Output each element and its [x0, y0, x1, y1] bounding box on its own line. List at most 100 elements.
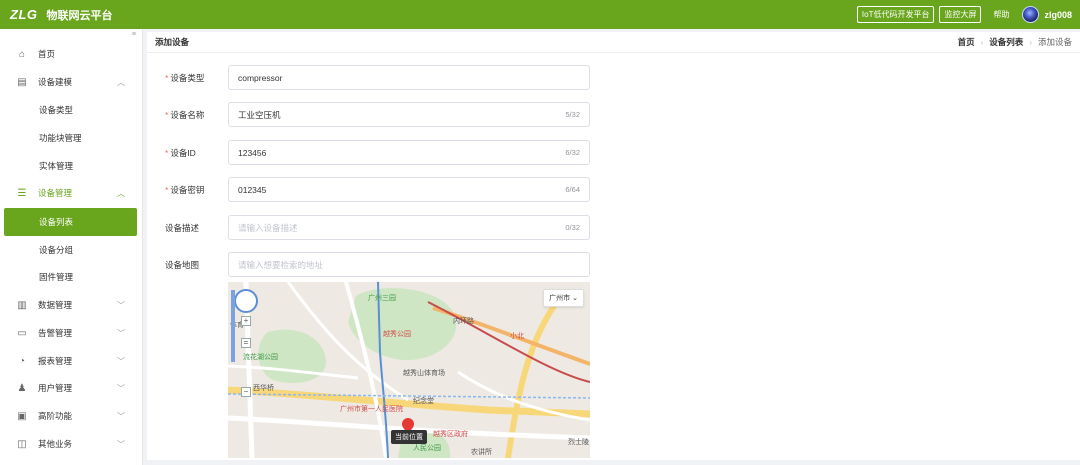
device-description-input[interactable]: 请输入设备描述 0/32 — [228, 215, 590, 240]
address-search-input[interactable]: 请输入想要检索的地址 — [228, 252, 590, 277]
sidebar-item-device-management[interactable]: ☰ 设备管理 ︿ — [0, 182, 143, 204]
sidebar-item-data-management[interactable]: ▥ 数据管理 ﹀ — [0, 294, 143, 316]
form-row-device-type: * 设备类型 compressor — [147, 65, 607, 90]
server-icon: ☰ — [17, 187, 27, 199]
app-title: 物联网云平台 — [46, 9, 113, 22]
avatar[interactable] — [1022, 6, 1040, 23]
map-label-xihua-bridge: 西华桥 — [253, 385, 274, 392]
sidebar-item-label: 报表管理 — [38, 356, 73, 366]
home-icon: ⌂ — [18, 48, 26, 60]
sidebar-item-function-block[interactable]: 功能块管理 — [0, 127, 143, 149]
chevron-down-icon: ⌄ — [572, 295, 578, 302]
device-name-label: * 设备名称 — [165, 110, 205, 120]
breadcrumb: 首页 › 设备列表 › 添加设备 — [958, 36, 1072, 48]
device-secret-value: 012345 — [238, 184, 267, 195]
device-name-input[interactable]: 工业空压机 5/32 — [228, 102, 590, 127]
sidebar-item-device-list[interactable]: 设备列表 — [4, 208, 137, 236]
help-link[interactable]: 帮助 — [993, 9, 1009, 20]
chevron-up-icon: ︿ — [117, 188, 125, 198]
sidebar-item-label: 设备管理 — [38, 188, 73, 198]
device-secret-input[interactable]: 012345 6/64 — [228, 177, 590, 202]
sidebar-item-other-business[interactable]: ◫ 其他业务 ﹀ — [0, 433, 143, 455]
sidebar-item-label: 高阶功能 — [38, 411, 73, 421]
sidebar-item-user-management[interactable]: ♟ 用户管理 ﹀ — [0, 377, 143, 399]
sidebar-item-home[interactable]: ⌂ 首页 — [0, 43, 143, 65]
bar-chart-icon: ▥ — [17, 299, 27, 311]
form-row-device-secret: * 设备密钥 012345 6/64 — [147, 177, 607, 202]
zoom-in-button[interactable]: + — [241, 316, 251, 326]
monitor-screen-button[interactable]: 监控大屏 — [939, 6, 982, 23]
sidebar-item-label: 设备分组 — [39, 245, 74, 255]
zoom-track — [231, 290, 235, 362]
sidebar-item-label: 告警管理 — [38, 328, 73, 338]
sidebar-item-label: 设备类型 — [39, 105, 74, 115]
form-row-device-map: 设备地图 请输入想要检索的地址 — [147, 252, 607, 277]
sidebar-item-advanced[interactable]: ▣ 高阶功能 ﹀ — [0, 405, 143, 427]
pie-chart-icon: ◔ — [18, 355, 26, 367]
logo-mark: ZLG — [10, 7, 38, 22]
sidebar-item-device-group[interactable]: 设备分组 — [0, 239, 143, 261]
sidebar-item-firmware[interactable]: 固件管理 — [0, 266, 143, 288]
address-search-placeholder: 请输入想要检索的地址 — [238, 259, 324, 270]
map-label-hospital: 广州市第一人民医院 — [340, 406, 403, 413]
char-count: 6/32 — [565, 148, 580, 157]
city-selector[interactable]: 广州市 ⌄ — [543, 289, 584, 307]
chevron-down-icon: ﹀ — [117, 356, 125, 366]
breadcrumb-current: 添加设备 — [1037, 37, 1072, 47]
map-label-lieshi: 烈士陵 — [568, 439, 589, 446]
breadcrumb-device-list[interactable]: 设备列表 — [989, 36, 1023, 48]
collapse-icon[interactable]: ≡ — [132, 31, 136, 38]
device-type-input[interactable]: compressor — [228, 65, 590, 90]
breadcrumb-home[interactable]: 首页 — [958, 36, 975, 48]
form-row-device-id: * 设备ID 123456 6/32 — [147, 140, 607, 165]
breadcrumb-separator-icon: › — [980, 37, 984, 47]
zoom-slider[interactable] — [228, 282, 238, 367]
sidebar-item-entity[interactable]: 实体管理 — [0, 155, 143, 177]
sidebar-item-device-type[interactable]: 设备类型 — [0, 99, 143, 121]
sidebar-item-label: 实体管理 — [39, 161, 74, 171]
device-type-label: * 设备类型 — [165, 73, 205, 83]
breadcrumb-separator-icon: › — [1029, 37, 1032, 47]
device-id-input[interactable]: 123456 6/32 — [228, 140, 590, 165]
city-selector-label: 广州市 — [549, 295, 571, 302]
metro-line — [427, 301, 590, 383]
device-map[interactable]: 广州三园 内环路 越秀公园 小北 流花湖公园 越秀山体育场 西华桥 纪念堂 广州… — [228, 282, 590, 458]
grid-icon: ◫ — [17, 438, 27, 450]
sidebar-item-label: 数据管理 — [38, 300, 73, 310]
sidebar-item-device-modeling[interactable]: ▤ 设备建模 ︿ — [0, 71, 143, 93]
chevron-down-icon: ﹀ — [117, 328, 125, 338]
sidebar-item-alarm-management[interactable]: ▭ 告警管理 ﹀ — [0, 322, 143, 344]
sidebar: ≡ ⌂ 首页 ▤ 设备建模 ︿ 设备类型 功能块管理 实体管理 ☰ 设备管理 ︿… — [0, 29, 143, 465]
top-bar: ZLG 物联网云平台 IoT低代码开发平台 监控大屏 帮助 zlg008 — [0, 0, 1080, 29]
briefcase-icon: ▣ — [17, 410, 27, 422]
sidebar-item-label: 固件管理 — [39, 272, 74, 282]
sidebar-item-label: 首页 — [38, 49, 56, 59]
form-row-device-description: 设备描述 请输入设备描述 0/32 — [147, 215, 607, 240]
brand-logo[interactable]: ZLG 物联网云平台 — [0, 0, 113, 29]
map-label-peoples-park: 人民公园 — [413, 445, 441, 452]
username[interactable]: zlg008 — [1044, 10, 1072, 20]
sidebar-item-label: 设备列表 — [39, 217, 74, 227]
device-map-label: 设备地图 — [165, 260, 200, 270]
device-description-label: 设备描述 — [165, 223, 200, 233]
char-count: 6/64 — [565, 185, 580, 194]
map-label-liuhua-park: 流花湖公园 — [243, 354, 278, 361]
device-secret-label: * 设备密钥 — [165, 185, 205, 195]
iot-platform-button[interactable]: IoT低代码开发平台 — [856, 6, 935, 23]
sidebar-item-label: 设备建模 — [38, 77, 73, 87]
map-label-memorial: 纪念堂 — [413, 398, 434, 405]
device-name-value: 工业空压机 — [238, 109, 281, 120]
map-label-ring-road: 内环路 — [453, 318, 474, 325]
chevron-down-icon: ﹀ — [117, 300, 125, 310]
map-label-sanyuan: 广州三园 — [368, 295, 396, 302]
road — [228, 386, 590, 418]
user-icon: ♟ — [17, 382, 27, 394]
map-label-xiaobei: 小北 — [510, 333, 524, 340]
zoom-out-button[interactable]: − — [241, 387, 251, 397]
device-description-placeholder: 请输入设备描述 — [238, 222, 298, 233]
sidebar-item-label: 其他业务 — [38, 439, 73, 449]
sidebar-item-report-management[interactable]: ◔ 报表管理 ﹀ — [0, 350, 143, 372]
zoom-handle[interactable]: = — [241, 338, 251, 348]
sidebar-item-label: 用户管理 — [38, 383, 73, 393]
monitor-icon: ▭ — [17, 327, 27, 339]
